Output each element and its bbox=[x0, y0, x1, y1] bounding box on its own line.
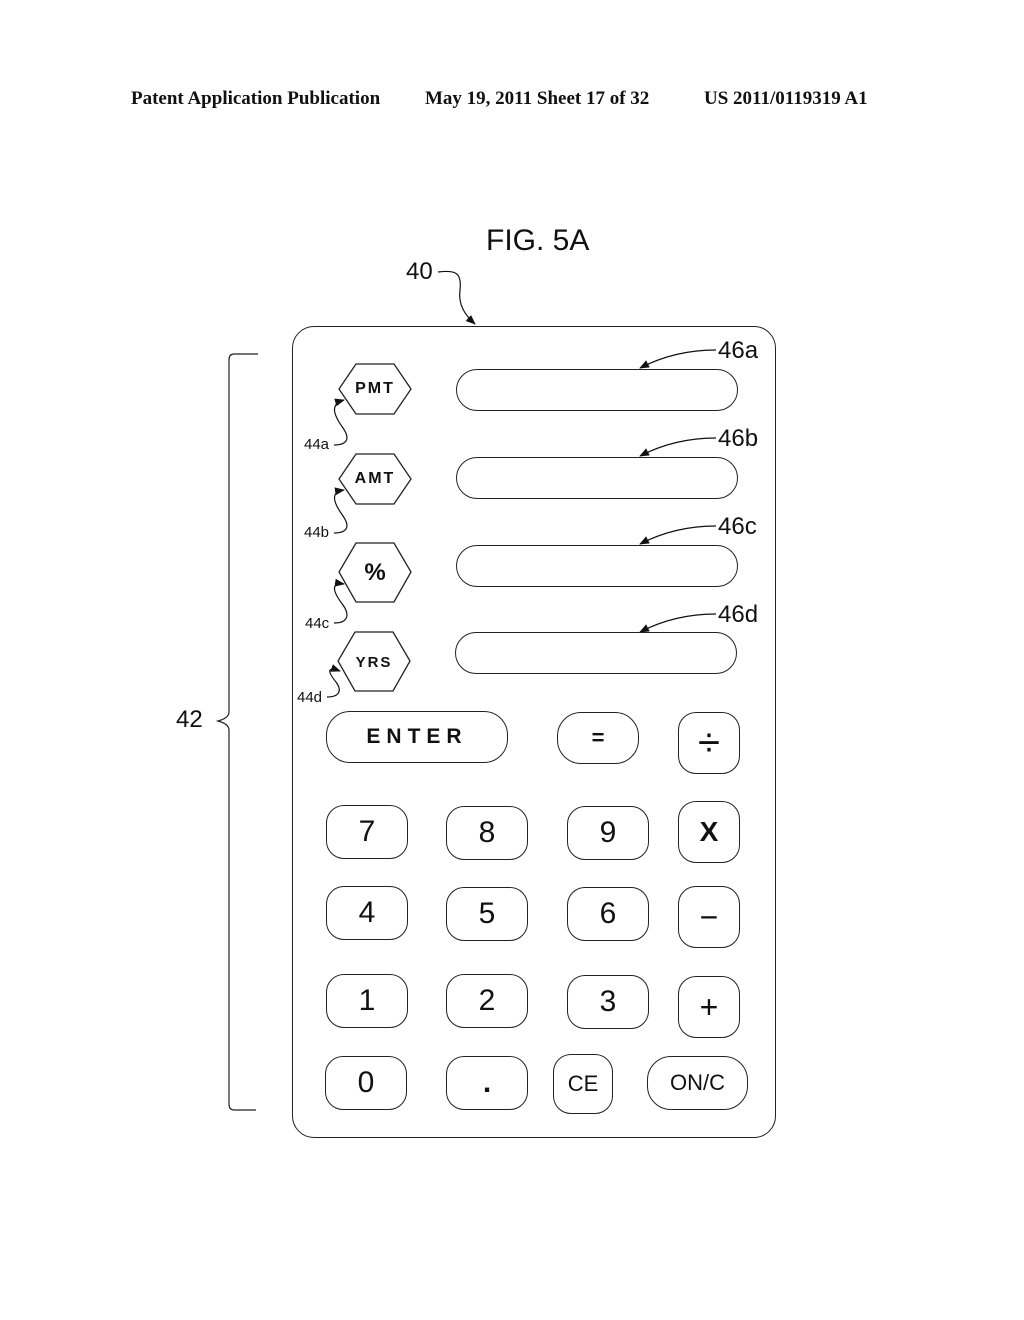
key-5[interactable]: 5 bbox=[446, 887, 528, 941]
display-field-46a bbox=[456, 369, 738, 411]
key-3[interactable]: 3 bbox=[567, 975, 649, 1029]
ref-42: 42 bbox=[176, 706, 203, 733]
leader-40 bbox=[437, 270, 476, 325]
key-6[interactable]: 6 bbox=[567, 887, 649, 941]
key-1[interactable]: 1 bbox=[326, 974, 408, 1028]
amt-key[interactable]: AMT bbox=[338, 453, 412, 505]
key-0[interactable]: 0 bbox=[325, 1056, 407, 1110]
equals-key[interactable]: = bbox=[557, 712, 639, 764]
key-7[interactable]: 7 bbox=[326, 805, 408, 859]
amt-key-label: AMT bbox=[354, 470, 396, 487]
minus-key[interactable]: − bbox=[678, 886, 740, 948]
yrs-key-label: YRS bbox=[355, 653, 393, 671]
yrs-key[interactable]: YRS bbox=[337, 631, 411, 692]
percent-key-label: % bbox=[364, 559, 386, 586]
decimal-key[interactable]: . bbox=[446, 1056, 528, 1110]
display-field-46d bbox=[455, 632, 737, 674]
on-clear-key[interactable]: ON/C bbox=[647, 1056, 748, 1110]
ref-40: 40 bbox=[406, 258, 433, 285]
key-9[interactable]: 9 bbox=[567, 806, 649, 860]
pmt-key-label: PMT bbox=[355, 380, 395, 397]
key-2[interactable]: 2 bbox=[446, 974, 528, 1028]
divide-key[interactable]: ÷ bbox=[678, 712, 740, 774]
display-field-46b bbox=[456, 457, 738, 499]
clear-entry-key[interactable]: CE bbox=[553, 1054, 613, 1114]
key-8[interactable]: 8 bbox=[446, 806, 528, 860]
pmt-key[interactable]: PMT bbox=[338, 363, 412, 415]
multiply-key[interactable]: X bbox=[678, 801, 740, 863]
percent-key[interactable]: % bbox=[338, 542, 412, 603]
plus-key[interactable]: + bbox=[678, 976, 740, 1038]
key-4[interactable]: 4 bbox=[326, 886, 408, 940]
bracket-42 bbox=[215, 353, 258, 1111]
enter-key[interactable]: ENTER bbox=[326, 711, 508, 763]
display-field-46c bbox=[456, 545, 738, 587]
